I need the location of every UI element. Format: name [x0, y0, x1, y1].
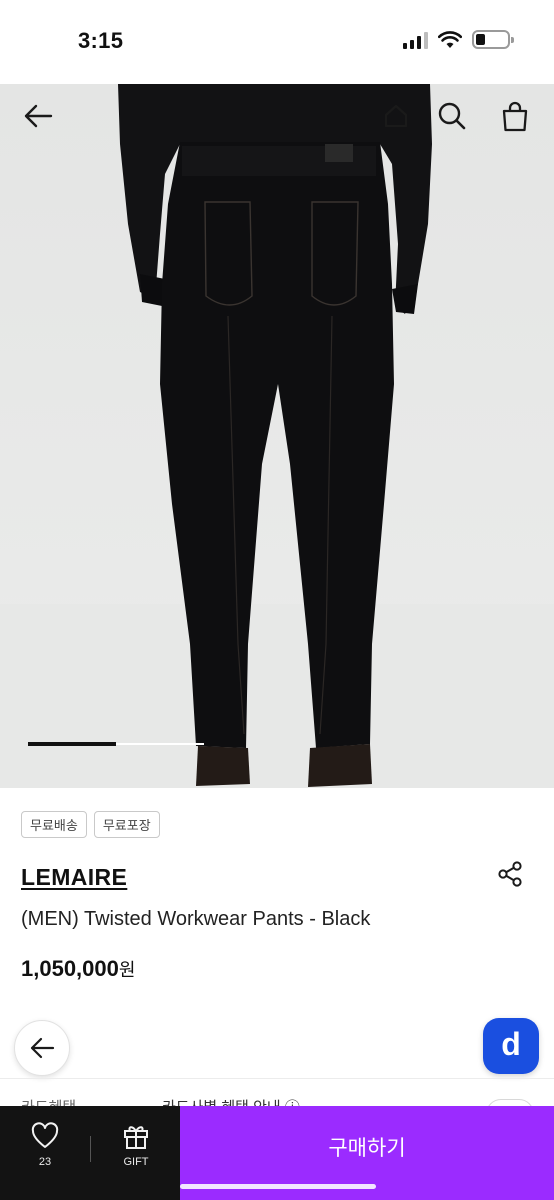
- home-indicator: [180, 1184, 376, 1189]
- price-value: 1,050,000: [21, 956, 119, 981]
- price-currency: 원: [118, 960, 136, 980]
- status-time: 3:15: [78, 28, 124, 53]
- product-photo: [0, 84, 554, 788]
- free-wrapping-badge: 무료포장: [93, 811, 160, 838]
- floating-back-button[interactable]: [14, 1020, 70, 1076]
- battery-icon: [472, 30, 514, 49]
- share-button[interactable]: [494, 858, 526, 890]
- home-icon: [384, 104, 408, 128]
- bottom-bar-separator: [90, 1136, 91, 1162]
- share-icon: [498, 861, 522, 887]
- top-navigation: [0, 84, 554, 148]
- like-button[interactable]: 23: [18, 1122, 72, 1178]
- arrow-left-icon: [30, 1037, 55, 1059]
- product-price: 1,050,000원: [21, 956, 135, 982]
- product-name: (MEN) Twisted Workwear Pants - Black: [21, 908, 371, 930]
- cellular-signal-icon: [403, 31, 428, 49]
- gift-button[interactable]: GIFT: [108, 1122, 164, 1178]
- status-icons: [403, 30, 514, 49]
- arrow-left-icon: [24, 104, 53, 128]
- home-button[interactable]: [378, 98, 414, 134]
- heart-icon: [31, 1122, 59, 1148]
- search-button[interactable]: [434, 98, 470, 134]
- app-badge-label: d: [501, 1025, 521, 1062]
- free-shipping-badge: 무료배송: [21, 811, 87, 838]
- shopping-bag-icon: [502, 101, 528, 132]
- product-image-carousel[interactable]: [0, 84, 554, 788]
- gift-icon: [124, 1126, 148, 1149]
- shopping-bag-button[interactable]: [497, 98, 533, 134]
- bottom-left-panel: 23 GIFT: [0, 1106, 180, 1200]
- back-button[interactable]: [20, 98, 56, 134]
- gift-label: GIFT: [123, 1156, 149, 1168]
- buy-button-label: 구매하기: [328, 1137, 406, 1160]
- section-divider: [0, 1078, 554, 1079]
- status-bar: 3:15: [0, 0, 554, 84]
- shipping-badges: 무료배송 무료포장: [21, 811, 160, 838]
- carousel-progress-fill: [28, 742, 116, 746]
- brand-link[interactable]: LEMAIRE: [21, 864, 127, 891]
- search-icon: [438, 102, 466, 130]
- wifi-icon: [438, 30, 462, 48]
- carousel-progress-bar: [28, 742, 204, 746]
- app-shortcut-button[interactable]: d: [483, 1018, 539, 1074]
- like-count: 23: [38, 1156, 52, 1168]
